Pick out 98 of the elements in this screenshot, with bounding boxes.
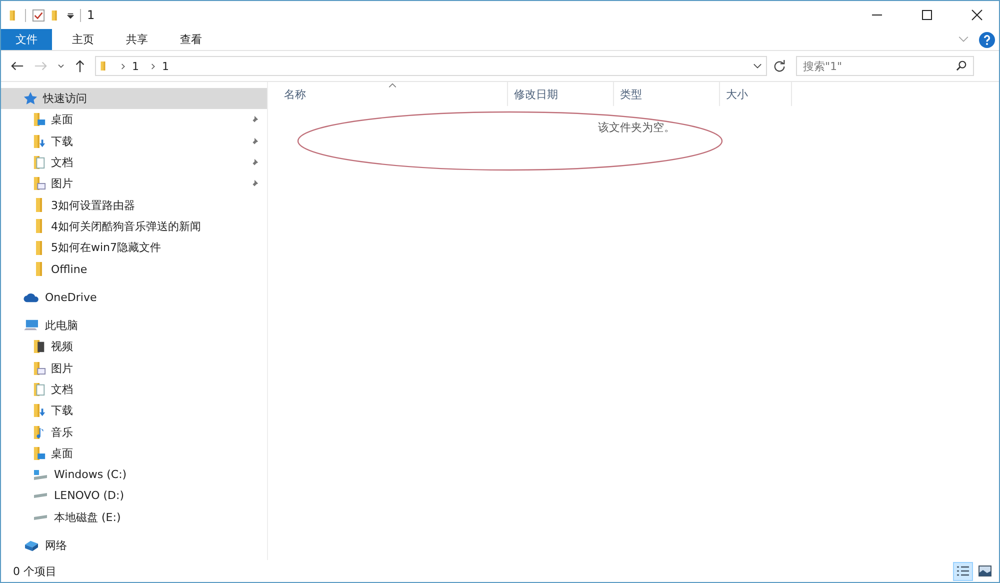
recent-locations-icon[interactable]: [57, 64, 65, 68]
breadcrumb[interactable]: 1: [132, 60, 139, 72]
dropdown-icon[interactable]: [753, 63, 762, 69]
sidebar-item[interactable]: 视频: [1, 336, 267, 358]
sidebar-label: 下载: [51, 134, 73, 149]
star-icon: [23, 91, 38, 106]
sidebar-item[interactable]: 下载: [1, 400, 267, 422]
video-folder-icon: [33, 339, 46, 354]
pictures-folder-icon: [33, 360, 46, 376]
ribbon-tab[interactable]: 共享: [114, 29, 160, 50]
desktop-folder-icon: [33, 446, 46, 461]
sidebar-item[interactable]: 桌面: [1, 442, 267, 464]
sidebar-label: 桌面: [51, 446, 73, 461]
download-folder-icon: [33, 403, 46, 418]
sidebar-label: Offline: [51, 262, 88, 276]
folder-icon: [36, 198, 42, 212]
download-folder-icon: [33, 134, 46, 149]
drive-icon: [33, 468, 49, 481]
address-field[interactable]: 1 1: [95, 56, 767, 76]
refresh-icon[interactable]: [773, 60, 786, 72]
close-icon[interactable]: [971, 9, 983, 21]
sidebar-label: 音乐: [51, 424, 73, 440]
sidebar-item[interactable]: 3如何设置路由器: [1, 194, 267, 216]
sidebar-item[interactable]: 下载: [1, 130, 267, 152]
sidebar-label: Windows (C:): [54, 468, 127, 482]
sidebar-item[interactable]: Offline: [1, 258, 267, 280]
sidebar-item[interactable]: 网络: [1, 534, 267, 556]
empty-folder-message: 该文件夹为空。: [598, 120, 675, 135]
computer-icon: [23, 319, 40, 332]
drive-icon: [34, 493, 47, 498]
pictures-folder-icon: [33, 176, 46, 192]
details-view-button[interactable]: [953, 562, 973, 580]
music-folder-icon: [33, 424, 46, 440]
desktop-folder-icon: [33, 112, 46, 128]
sidebar-item[interactable]: 桌面: [1, 109, 267, 131]
breadcrumb[interactable]: 1: [162, 60, 169, 72]
list-icon: [956, 565, 970, 577]
image-icon: [978, 565, 992, 577]
sidebar-label: 4如何关闭酷狗音乐弹送的新闻: [51, 218, 201, 234]
chevron-icon[interactable]: [151, 62, 156, 70]
sidebar-label: 文档: [51, 382, 73, 397]
column-header[interactable]: 大小: [720, 82, 792, 106]
sidebar-label: 快速访问: [43, 91, 87, 106]
chevron-icon[interactable]: [121, 62, 126, 70]
sidebar-label: 图片: [51, 360, 73, 376]
sidebar-item[interactable]: OneDrive: [1, 286, 267, 308]
sidebar-label: 文档: [51, 155, 73, 170]
document-folder-icon: [33, 382, 46, 397]
back-icon[interactable]: [11, 61, 24, 71]
window-title: 1: [87, 8, 95, 22]
maximize-icon[interactable]: [921, 9, 933, 21]
network-icon: [23, 539, 40, 552]
search-field[interactable]: 搜索"1": [796, 56, 974, 76]
properties-icon[interactable]: [32, 8, 45, 22]
sidebar-label: 5如何在win7隐藏文件: [51, 240, 162, 256]
sidebar-label: OneDrive: [45, 290, 97, 304]
sidebar-label: 3如何设置路由器: [51, 198, 135, 213]
column-header[interactable]: 名称: [278, 82, 508, 106]
ribbon-tab[interactable]: 查看: [168, 29, 214, 50]
sidebar-label: LENOVO (D:): [54, 489, 124, 502]
sidebar-label: 此电脑: [45, 318, 78, 334]
folder-icon: [36, 262, 42, 276]
pin-icon[interactable]: [250, 115, 259, 124]
cloud-icon: [23, 292, 40, 303]
sidebar-item[interactable]: 图片: [1, 173, 267, 194]
sidebar-item[interactable]: 文档: [1, 152, 267, 174]
document-folder-icon: [33, 155, 46, 170]
sidebar-label: 视频: [51, 339, 73, 354]
sidebar-item[interactable]: 文档: [1, 378, 267, 400]
sidebar-item[interactable]: Windows (C:): [1, 464, 267, 486]
folder-icon: [36, 219, 42, 234]
column-header[interactable]: 修改日期: [508, 82, 614, 106]
sidebar-label: 网络: [45, 538, 67, 554]
pin-icon[interactable]: [250, 136, 259, 146]
sidebar-item[interactable]: LENOVO (D:): [1, 485, 267, 507]
up-icon[interactable]: [75, 60, 85, 72]
folder-icon: [36, 240, 42, 255]
sidebar-item[interactable]: 图片: [1, 358, 267, 379]
drive-icon: [34, 514, 47, 520]
sidebar-item[interactable]: 本地磁盘 (E:): [1, 506, 267, 528]
sidebar-item[interactable]: 5如何在win7隐藏文件: [1, 237, 267, 258]
file-tab[interactable]: 文件: [1, 29, 52, 50]
sidebar-item[interactable]: 此电脑: [1, 314, 267, 336]
search-icon: [956, 60, 967, 71]
sidebar-label: 本地磁盘 (E:): [54, 510, 121, 525]
sidebar-item[interactable]: 快速访问: [1, 88, 267, 110]
item-count: 0 个项目: [13, 564, 56, 578]
dropdown-icon[interactable]: [67, 12, 74, 18]
help-icon[interactable]: [979, 32, 995, 48]
pin-icon[interactable]: [250, 179, 259, 188]
ribbon-tab[interactable]: 主页: [60, 29, 106, 50]
sidebar-label: 桌面: [51, 112, 73, 128]
column-header[interactable]: 类型: [614, 82, 720, 106]
sidebar-label: 图片: [51, 176, 73, 192]
sidebar-item[interactable]: 音乐: [1, 421, 267, 443]
sidebar-label: 下载: [51, 403, 73, 418]
sidebar-item[interactable]: 4如何关闭酷狗音乐弹送的新闻: [1, 216, 267, 238]
pin-icon[interactable]: [250, 158, 259, 168]
